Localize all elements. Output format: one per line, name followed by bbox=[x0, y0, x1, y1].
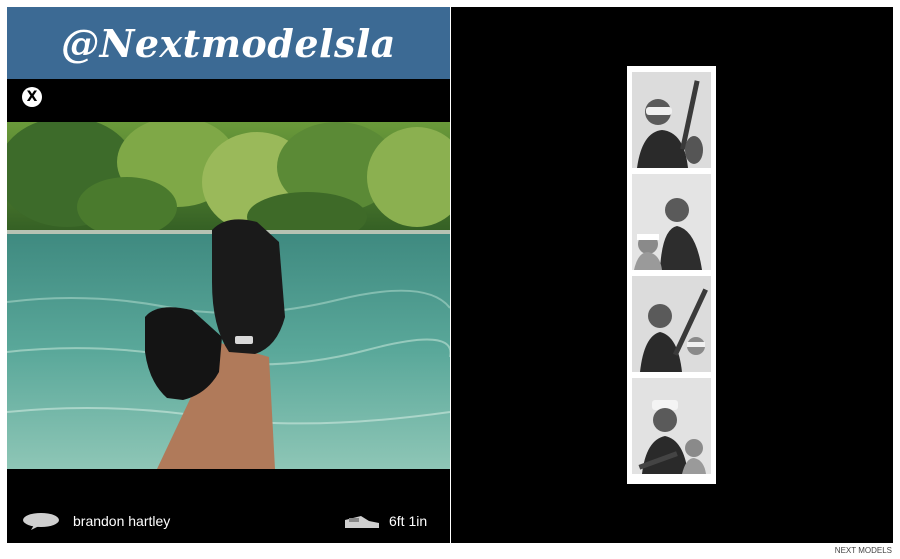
author-name[interactable]: brandon hartley bbox=[73, 513, 170, 529]
height-value: 6ft 1in bbox=[389, 513, 428, 529]
speech-bubble-icon bbox=[22, 512, 60, 535]
header-bar: @Nextmodelsla bbox=[7, 7, 450, 79]
page-title: @Nextmodelsla bbox=[61, 20, 396, 66]
post-footer: brandon hartley 6ft 1in bbox=[7, 507, 450, 537]
brand-label: NEXT MODELS bbox=[834, 546, 892, 555]
photo-strip bbox=[627, 66, 716, 484]
post-panel: @Nextmodelsla X brandon hartley 6ft 1in bbox=[7, 7, 450, 543]
photo-strip-panel bbox=[451, 7, 893, 543]
strip-photo-2 bbox=[632, 174, 711, 270]
shoe-icon bbox=[343, 512, 381, 535]
main-photo bbox=[7, 122, 450, 469]
strip-photo-1 bbox=[632, 72, 711, 168]
strip-photo-3 bbox=[632, 276, 711, 372]
close-button[interactable]: X bbox=[22, 87, 42, 107]
strip-photo-4 bbox=[632, 378, 711, 474]
